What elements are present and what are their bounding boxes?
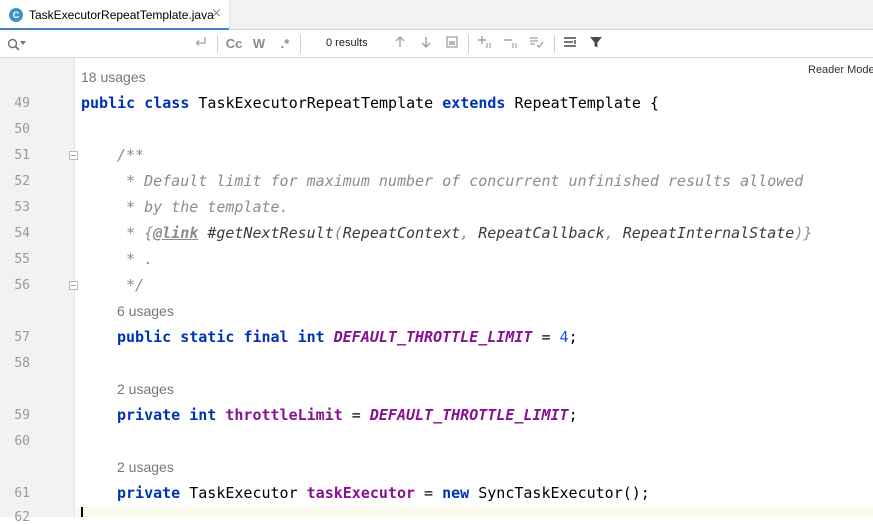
javadoc-link-tag: @link xyxy=(153,224,199,242)
add-occurrence-icon[interactable] xyxy=(476,35,494,53)
constant-name: DEFAULT_THROTTLE_LIMIT xyxy=(333,328,533,346)
code-editor[interactable]: Reader Mode 49 50 51 52 53 54 55 56 57 5… xyxy=(0,58,873,525)
comment-text: * { xyxy=(117,224,154,242)
previous-occurrence-icon[interactable] xyxy=(392,35,408,53)
reader-mode-button[interactable]: Reader Mode xyxy=(808,64,873,76)
line-number: 57 xyxy=(14,330,30,345)
code-line-51: /** xyxy=(117,146,145,164)
operator: = xyxy=(532,328,560,346)
line-number: 53 xyxy=(14,200,30,215)
toolbar-separator xyxy=(468,35,469,53)
keyword: new xyxy=(442,484,470,502)
search-input[interactable] xyxy=(28,34,192,56)
line-number: 60 xyxy=(14,434,30,449)
results-count: 0 results xyxy=(326,37,368,49)
filter-icon[interactable] xyxy=(588,35,604,53)
code-line-55: * . xyxy=(117,250,154,268)
keyword: private xyxy=(117,406,181,424)
line-number: 54 xyxy=(14,226,30,241)
line-number: 61 xyxy=(14,486,30,501)
keyword: class xyxy=(144,94,190,112)
close-tab-icon[interactable]: × xyxy=(211,6,222,21)
line-number: 56 xyxy=(14,278,30,293)
javadoc-reference: RepeatContext xyxy=(342,224,461,242)
class-name: TaskExecutorRepeatTemplate xyxy=(198,94,434,112)
line-number: 58 xyxy=(14,356,30,371)
toolbar-separator xyxy=(554,35,555,53)
line-number: 55 xyxy=(14,252,30,267)
operator: = xyxy=(342,406,370,424)
superclass-name: RepeatTemplate xyxy=(514,94,641,112)
javadoc-reference: RepeatInternalState xyxy=(622,224,795,242)
text-caret xyxy=(81,507,83,517)
number-literal: 4 xyxy=(559,328,569,346)
toolbar-separator xyxy=(217,35,218,53)
match-case-button[interactable]: Cc xyxy=(224,35,244,53)
semicolon: ; xyxy=(568,406,578,424)
field-name: throttleLimit xyxy=(225,406,343,424)
next-occurrence-icon[interactable] xyxy=(418,35,434,53)
code-line-61: private TaskExecutor taskExecutor = new … xyxy=(117,484,650,502)
usages-hint[interactable]: 18 usages xyxy=(81,69,146,85)
fold-marker-icon[interactable] xyxy=(69,151,78,160)
field-name: taskExecutor xyxy=(306,484,416,502)
constant-name: DEFAULT_THROTTLE_LIMIT xyxy=(369,406,569,424)
code-line-54: * {@link #getNextResult(RepeatContext, R… xyxy=(117,224,812,242)
semicolon: ; xyxy=(568,328,578,346)
usages-hint[interactable]: 2 usages xyxy=(117,459,174,475)
brace: { xyxy=(649,94,659,112)
usages-hint[interactable]: 2 usages xyxy=(117,381,174,397)
code-line-53: * by the template. xyxy=(117,198,289,216)
file-tab-title: TaskExecutorRepeatTemplate.java xyxy=(29,8,214,22)
keyword: private xyxy=(117,484,181,502)
type-name: TaskExecutor xyxy=(189,484,298,502)
regex-button[interactable]: .* xyxy=(276,35,294,53)
keyword: final xyxy=(243,328,289,346)
javadoc-reference: RepeatCallback xyxy=(478,224,605,242)
code-line-49: public class TaskExecutorRepeatTemplate … xyxy=(81,94,659,112)
constructor-call: SyncTaskExecutor(); xyxy=(478,484,650,502)
code-line-59: private int throttleLimit = DEFAULT_THRO… xyxy=(117,406,578,424)
search-history-dropdown-icon[interactable] xyxy=(20,41,26,45)
javadoc-reference: # xyxy=(207,224,217,242)
code-line-52: * Default limit for maximum number of co… xyxy=(117,172,804,190)
keyword: extends xyxy=(442,94,506,112)
line-number: 49 xyxy=(14,96,30,111)
file-tab[interactable]: C TaskExecutorRepeatTemplate.java × xyxy=(0,0,230,31)
keyword: static xyxy=(180,328,235,346)
exclude-occurrence-icon[interactable] xyxy=(528,35,546,53)
comment-text xyxy=(198,224,207,242)
operator: = xyxy=(415,484,443,502)
line-number: 51 xyxy=(14,148,30,163)
keyword: public xyxy=(117,328,172,346)
comment-text: , xyxy=(604,224,623,242)
toolbar-separator xyxy=(300,35,301,53)
comment-text: , xyxy=(460,224,479,242)
find-bar: Cc W .* 0 results xyxy=(0,30,873,58)
keyword: int xyxy=(297,328,325,346)
remove-occurrence-icon[interactable] xyxy=(502,35,520,53)
comment-text: ( xyxy=(333,224,343,242)
fold-marker-icon[interactable] xyxy=(69,281,78,290)
current-line-highlight xyxy=(76,507,873,517)
code-line-56: */ xyxy=(117,276,145,294)
line-number: 59 xyxy=(14,408,30,423)
line-number: 52 xyxy=(14,174,30,189)
java-class-icon: C xyxy=(9,8,23,22)
usages-hint[interactable]: 6 usages xyxy=(117,303,174,319)
comment-text: } xyxy=(803,224,813,242)
select-all-occurrences-icon[interactable] xyxy=(444,35,460,53)
javadoc-reference: getNextResult xyxy=(216,224,334,242)
editor-tab-bar: C TaskExecutorRepeatTemplate.java × xyxy=(0,0,873,31)
line-number: 50 xyxy=(14,122,30,137)
keyword: int xyxy=(189,406,217,424)
code-line-57: public static final int DEFAULT_THROTTLE… xyxy=(117,328,578,346)
filter-options-icon[interactable] xyxy=(562,35,580,53)
new-line-icon[interactable] xyxy=(193,35,209,53)
line-number: 62 xyxy=(14,510,30,525)
keyword: public xyxy=(81,94,136,112)
search-icon[interactable] xyxy=(7,37,21,56)
words-button[interactable]: W xyxy=(250,35,268,53)
